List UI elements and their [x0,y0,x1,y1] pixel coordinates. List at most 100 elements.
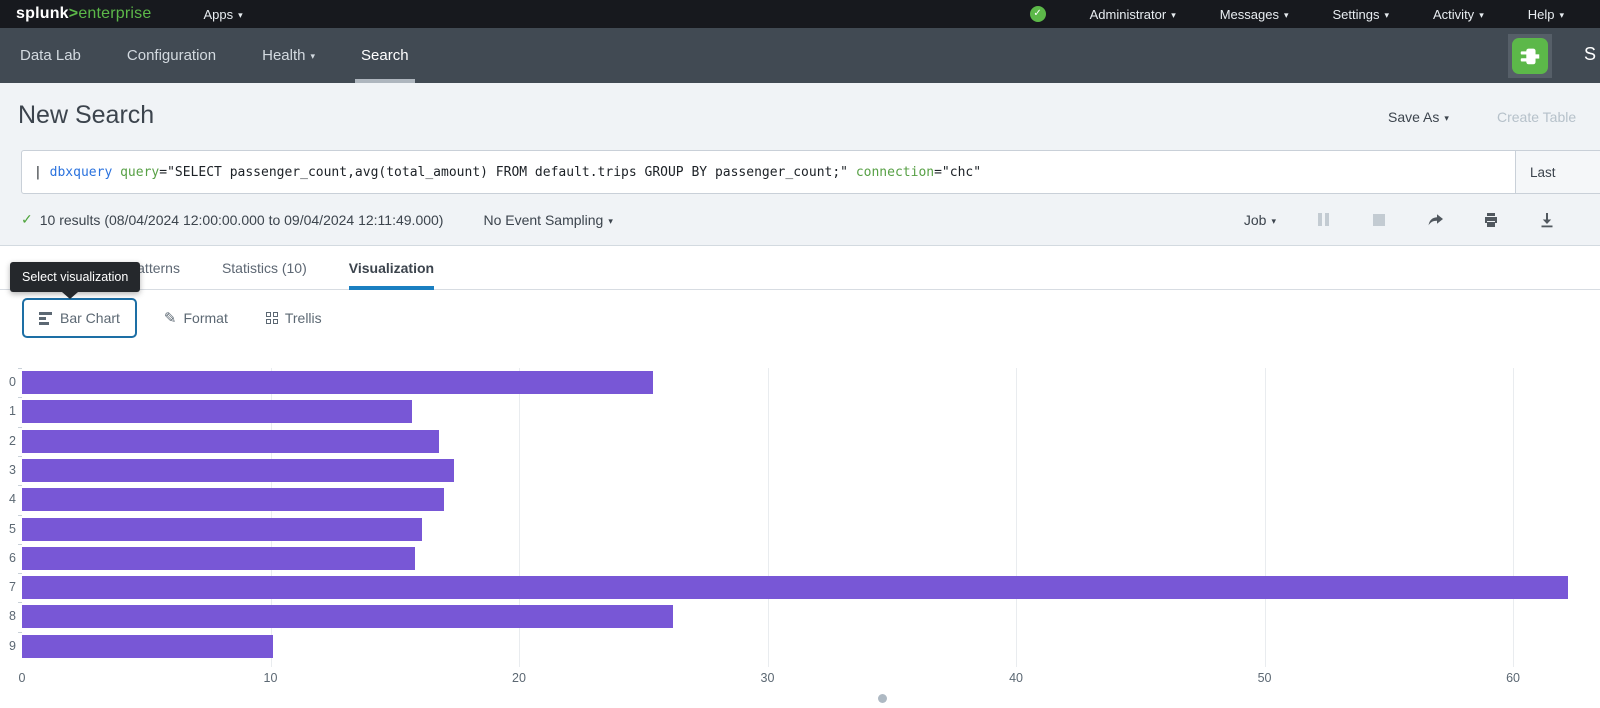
category-label: 0 [0,371,16,394]
query-segment: ="SELECT passenger_count,avg(total_amoun… [159,165,848,180]
caret-down-icon [1559,7,1564,22]
format-button[interactable]: Format [164,309,228,327]
nav-item-search[interactable]: Search [361,28,409,83]
bar-8[interactable] [22,605,673,628]
export-icon[interactable] [1538,211,1556,229]
tab-statistics[interactable]: Statistics (10) [222,246,307,290]
splunk-window: splunk>enterprise Apps ✓ Administrator M… [0,0,1600,708]
nav-item-configuration[interactable]: Configuration [127,28,216,83]
menu-help[interactable]: Help [1528,7,1564,22]
plot-area [22,368,1600,661]
stop-icon[interactable] [1370,211,1388,229]
bar-2[interactable] [22,430,439,453]
chart-type-label: Bar Chart [60,310,120,326]
caret-down-icon [310,47,315,64]
nav-label: Health [262,47,305,64]
visualization-toolbar: Bar Chart Format Trellis [22,298,322,338]
menu-label: Settings [1333,7,1380,22]
query-segment: | [34,165,50,180]
query-segment: dbxquery [50,165,113,180]
x-axis-labels: 0102030405060 [22,667,1600,687]
scroll-indicator-dot[interactable] [878,694,887,703]
category-label: 5 [0,518,16,541]
trellis-grid-icon [266,312,278,324]
caret-down-icon [1271,212,1276,228]
x-tick-label: 30 [761,671,775,685]
time-range-picker[interactable]: Last [1515,151,1600,193]
share-icon[interactable] [1426,211,1444,229]
menu-settings[interactable]: Settings [1333,7,1390,22]
caret-down-icon [1171,7,1176,22]
event-sampling-menu[interactable]: No Event Sampling [483,212,612,228]
nav-item-health[interactable]: Health [262,28,315,83]
create-table-button[interactable]: Create Table [1497,109,1576,125]
caret-down-icon [1444,109,1449,125]
menu-label: Activity [1433,7,1474,22]
plug-icon [1512,38,1548,74]
x-tick-label: 40 [1009,671,1023,685]
bar-7[interactable] [22,576,1568,599]
results-check-icon: ✓ [21,211,33,228]
bar-row [22,602,1600,631]
menu-label: Administrator [1090,7,1167,22]
job-label: Job [1244,212,1267,228]
job-menu[interactable]: Job [1244,212,1276,228]
category-label: 9 [0,635,16,658]
caret-down-icon [1479,7,1484,22]
nav-label: Search [361,47,409,64]
app-icon-button[interactable] [1508,34,1552,78]
y-axis-labels: 0123456789 [0,368,22,661]
menu-administrator[interactable]: Administrator [1090,7,1176,22]
caret-down-icon [1384,7,1389,22]
bar-row [22,368,1600,397]
bar-1[interactable] [22,400,412,423]
x-tick-label: 20 [512,671,526,685]
bar-5[interactable] [22,518,422,541]
app-nav-bar: Data Lab Configuration Health Search S [0,28,1600,83]
print-icon[interactable] [1482,211,1500,229]
trellis-button[interactable]: Trellis [266,310,322,326]
query-segment [112,165,120,180]
apps-menu[interactable]: Apps [203,7,242,22]
bar-row [22,632,1600,661]
menu-activity[interactable]: Activity [1433,7,1484,22]
bar-6[interactable] [22,547,415,570]
bar-row [22,515,1600,544]
category-label: 7 [0,576,16,599]
menu-label: Help [1528,7,1555,22]
results-summary: 10 results (08/04/2024 12:00:00.000 to 0… [40,212,444,228]
bar-row [22,544,1600,573]
bar-0[interactable] [22,371,653,394]
chart-type-button[interactable]: Bar Chart [22,298,137,338]
bar-row [22,397,1600,426]
logo-brand: splunk [16,5,69,22]
bar-4[interactable] [22,488,444,511]
format-label: Format [184,310,228,326]
category-label: 1 [0,400,16,423]
top-bar: splunk>enterprise Apps ✓ Administrator M… [0,0,1600,28]
nav-item-data-lab[interactable]: Data Lab [20,28,81,83]
query-segment: ="chc" [934,165,981,180]
search-input[interactable]: | dbxquery query="SELECT passenger_count… [22,151,1515,193]
menu-label: Messages [1220,7,1279,22]
save-as-button[interactable]: Save As [1388,109,1449,125]
top-bar-right: ✓ Administrator Messages Settings Activi… [1030,6,1564,22]
bar-9[interactable] [22,635,273,658]
save-as-label: Save As [1388,109,1439,125]
category-label: 8 [0,605,16,628]
category-label: 2 [0,430,16,453]
logo-product: enterprise [78,5,151,22]
tab-label: Visualization [349,260,434,276]
bar-3[interactable] [22,459,454,482]
pause-icon[interactable] [1314,211,1332,229]
tab-visualization[interactable]: Visualization [349,246,434,290]
menu-messages[interactable]: Messages [1220,7,1289,22]
tab-label: Statistics (10) [222,260,307,276]
content-area: Events (0) Patterns Statistics (10) Visu… [0,246,1600,708]
bar-row [22,573,1600,602]
x-tick-label: 60 [1506,671,1520,685]
splunk-logo[interactable]: splunk>enterprise [16,5,151,23]
bar-row [22,485,1600,514]
search-bar: | dbxquery query="SELECT passenger_count… [21,150,1600,194]
bar-row [22,427,1600,456]
